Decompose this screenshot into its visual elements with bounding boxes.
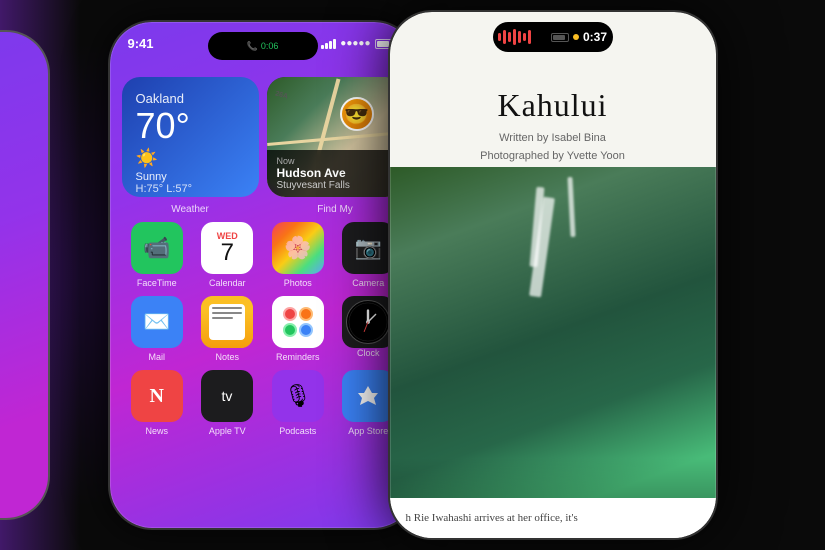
appstore-icon <box>342 370 394 422</box>
app-row-2: ✉️ Mail Notes <box>122 296 404 362</box>
weather-condition: Sunny <box>136 171 245 183</box>
widgets-row: Oakland 70° ☀️ Sunny H:75° L:57° Weather <box>122 77 404 197</box>
article-byline: Written by Isabel Bina Photographed by Y… <box>410 130 696 165</box>
signal-icon <box>321 39 336 49</box>
recording-timer: 0:37 <box>583 30 607 44</box>
app-row-1: 📹 FaceTime WED 7 Calendar 🌸 <box>122 222 404 288</box>
news-icon: N <box>131 370 183 422</box>
battery-dot-right <box>573 34 579 40</box>
app-item-calendar[interactable]: WED 7 Calendar <box>198 222 256 288</box>
screen-left: 📞 0:06 9:41 ●●●●● <box>110 22 416 528</box>
status-icons-right: ●●●●● <box>321 38 397 49</box>
mail-icon: ✉️ <box>131 296 183 348</box>
weather-temp: 70° <box>136 106 245 146</box>
news-label: News <box>145 426 168 436</box>
findmy-street: Hudson Ave <box>277 166 394 180</box>
clock-hands-svg <box>347 301 389 343</box>
dynamic-island-left: 📞 0:06 <box>208 32 318 60</box>
weather-range: H:75° L:57° <box>136 183 245 195</box>
appletv-label: Apple TV <box>209 426 246 436</box>
app-item-mail[interactable]: ✉️ Mail <box>128 296 186 362</box>
reminders-label: Reminders <box>276 352 320 362</box>
notes-label: Notes <box>215 352 239 362</box>
calendar-date: 7 <box>221 241 234 265</box>
appletv-icon: tv <box>201 370 253 422</box>
findmy-info: Now Hudson Ave Stuyvesant Falls <box>267 150 404 197</box>
calendar-icon: WED 7 <box>201 222 253 274</box>
byline-line1: Written by Isabel Bina <box>410 130 696 148</box>
camera-label: Camera <box>352 278 384 288</box>
photos-icon: 🌸 <box>272 222 324 274</box>
screen-right: 0:37 Kahului Written by Isabel Bina Phot… <box>390 12 716 538</box>
clock-icon <box>342 296 394 348</box>
app-item-appletv[interactable]: tv Apple TV <box>198 370 256 436</box>
weather-widget-container: Oakland 70° ☀️ Sunny H:75° L:57° Weather <box>122 77 259 197</box>
podcasts-label: Podcasts <box>279 426 316 436</box>
camera-icon: 📷 <box>342 222 394 274</box>
app-item-reminders[interactable]: Reminders <box>269 296 327 362</box>
weather-widget[interactable]: Oakland 70° ☀️ Sunny H:75° L:57° <box>122 77 259 197</box>
app-row-3: N News tv Apple TV � <box>122 370 404 436</box>
facetime-icon: 📹 <box>131 222 183 274</box>
mail-label: Mail <box>148 352 165 362</box>
appstore-label: App Store <box>348 426 388 436</box>
byline-line2: Photographed by Yvette Yoon <box>410 148 696 166</box>
dynamic-island-right: 0:37 <box>493 22 613 52</box>
app-item-notes[interactable]: Notes <box>198 296 256 362</box>
svg-text:tv: tv <box>222 388 233 404</box>
facetime-label: FaceTime <box>137 278 177 288</box>
appstore-logo-svg <box>354 382 382 410</box>
article-footer-text: h Rie Iwahashi arrives at her office, it… <box>406 512 578 524</box>
weather-city: Oakland <box>136 91 245 106</box>
weather-label: Weather <box>122 204 259 215</box>
phone-left: 📞 0:06 9:41 ●●●●● <box>108 20 418 530</box>
phone-right: 0:37 Kahului Written by Isabel Bina Phot… <box>388 10 718 540</box>
findmy-now: Now <box>277 156 394 166</box>
apple-tv-logo: tv <box>213 386 241 406</box>
status-time-left: 9:41 <box>128 36 154 51</box>
notes-icon <box>201 296 253 348</box>
weather-sun-icon: ☀️ <box>136 148 245 169</box>
clock-face-inner <box>346 300 390 344</box>
photos-label: Photos <box>284 278 312 288</box>
wifi-icon: ●●●●● <box>340 38 370 49</box>
calendar-label: Calendar <box>209 278 246 288</box>
phones-wrapper: 📞 0:06 9:41 ●●●●● <box>0 0 825 550</box>
findmy-city: Stuyvesant Falls <box>277 180 394 191</box>
image-gradient-overlay <box>390 458 716 498</box>
findmy-widget-container: 26A 😎 Now Hudson Ave Stuyvesant Falls Fi… <box>267 77 404 197</box>
findmy-label: Find My <box>267 204 404 215</box>
article-header: Kahului Written by Isabel Bina Photograp… <box>390 67 716 175</box>
avatar-emoji: 😎 <box>344 102 369 127</box>
battery-right <box>551 33 569 42</box>
app-item-news[interactable]: N News <box>128 370 186 436</box>
app-item-photos[interactable]: 🌸 Photos <box>269 222 327 288</box>
clock-label: Clock <box>357 348 380 358</box>
article-title: Kahului <box>410 87 696 124</box>
findmy-widget[interactable]: 26A 😎 Now Hudson Ave Stuyvesant Falls <box>267 77 404 197</box>
reminders-icon <box>272 296 324 348</box>
app-item-facetime[interactable]: 📹 FaceTime <box>128 222 186 288</box>
recording-indicator <box>488 29 541 45</box>
call-timer: 0:06 <box>261 41 279 51</box>
avatar-pin: 😎 <box>340 97 374 131</box>
podcasts-icon: 🎙 <box>272 370 324 422</box>
article-footer: h Rie Iwahashi arrives at her office, it… <box>390 498 716 538</box>
waterfall-2 <box>567 177 575 237</box>
app-item-podcasts[interactable]: 🎙 Podcasts <box>269 370 327 436</box>
article-image <box>390 167 716 498</box>
app-grid: 📹 FaceTime WED 7 Calendar 🌸 <box>122 222 404 444</box>
